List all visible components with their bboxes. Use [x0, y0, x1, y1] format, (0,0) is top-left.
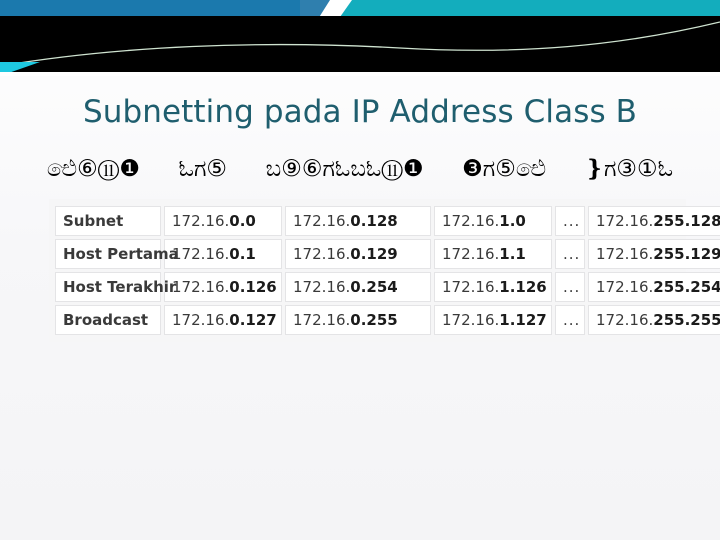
slide-header-decoration	[0, 0, 720, 76]
ip-cell: 172.16.0.129	[285, 239, 431, 269]
table-row: Host Terakhir 172.16.0.126 172.16.0.254 …	[55, 272, 720, 302]
ip-prefix: 172.16.	[172, 278, 230, 296]
ip-prefix: 172.16.	[596, 245, 654, 263]
ip-prefix: 172.16.	[172, 212, 230, 230]
ip-prefix: 172.16.	[596, 278, 654, 296]
table-row: Host Pertama 172.16.0.1 172.16.0.129 172…	[55, 239, 720, 269]
subnet-table: Subnet 172.16.0.0 172.16.0.128 172.16.1.…	[52, 203, 720, 338]
ip-suffix: 1.127	[499, 311, 547, 329]
glyph-segment-4: ❸ಗ⑤ඓ	[462, 156, 547, 182]
row-label: Broadcast	[55, 305, 161, 335]
table-row: Broadcast 172.16.0.127 172.16.0.255 172.…	[55, 305, 720, 335]
ip-prefix: 172.16.	[172, 245, 230, 263]
ip-suffix: 1.0	[499, 212, 526, 230]
ip-suffix: 0.1	[229, 245, 256, 263]
ip-prefix: 172.16.	[442, 245, 500, 263]
ip-prefix: 172.16.	[293, 278, 351, 296]
ip-suffix: 255.128	[653, 212, 720, 230]
ip-suffix: 255.129	[653, 245, 720, 263]
ip-cell: 172.16.0.128	[285, 206, 431, 236]
ip-prefix: 172.16.	[442, 212, 500, 230]
glyph-segment-2: ಓಗ⑤	[178, 156, 228, 182]
ip-cell: 172.16.1.0	[434, 206, 552, 236]
ip-cell: 172.16.255.255	[588, 305, 720, 335]
ip-cell: 172.16.0.254	[285, 272, 431, 302]
ip-prefix: 172.16.	[293, 212, 351, 230]
header-black-band	[0, 16, 720, 72]
ip-suffix: 0.0	[229, 212, 256, 230]
ip-cell: 172.16.1.127	[434, 305, 552, 335]
ip-suffix: 255.254	[653, 278, 720, 296]
glyph-segment-1: ඓ⑥⑪❶	[46, 156, 140, 182]
ip-cell: 172.16.0.0	[164, 206, 282, 236]
ip-prefix: 172.16.	[596, 212, 654, 230]
ip-cell: 172.16.1.1	[434, 239, 552, 269]
ip-suffix: 0.255	[350, 311, 398, 329]
glyph-segment-5: ❵ಗ③①ಓ	[584, 156, 674, 182]
ip-suffix: 0.127	[229, 311, 277, 329]
ip-cell: 172.16.1.126	[434, 272, 552, 302]
ip-prefix: 172.16.	[596, 311, 654, 329]
ornamental-glyph-row: ඓ⑥⑪❶ ಓಗ⑤ ಬ⑨⑥ಗಓಬಓ⑪❶ ❸ಗ⑤ඓ ❵ಗ③①ಓ	[0, 152, 720, 186]
ip-cell: 172.16.255.129	[588, 239, 720, 269]
ip-cell: 172.16.0.255	[285, 305, 431, 335]
table-row: Subnet 172.16.0.0 172.16.0.128 172.16.1.…	[55, 206, 720, 236]
page-title: Subnetting pada IP Address Class B	[82, 94, 638, 130]
header-blue-bar	[0, 0, 352, 16]
slide-canvas: Subnetting pada IP Address Class B ඓ⑥⑪❶ …	[0, 0, 720, 540]
ip-prefix: 172.16.	[442, 311, 500, 329]
subnet-table-container: Subnet 172.16.0.0 172.16.0.128 172.16.1.…	[49, 199, 720, 342]
ip-prefix: 172.16.	[293, 245, 351, 263]
ellipsis-cell: ...	[555, 206, 585, 236]
ip-cell: 172.16.0.126	[164, 272, 282, 302]
ip-suffix: 0.126	[229, 278, 277, 296]
subnet-table-body: Subnet 172.16.0.0 172.16.0.128 172.16.1.…	[55, 206, 720, 335]
row-label: Subnet	[55, 206, 161, 236]
ip-suffix: 1.126	[499, 278, 547, 296]
ip-suffix: 0.128	[350, 212, 398, 230]
ellipsis-cell: ...	[555, 305, 585, 335]
ip-suffix: 0.254	[350, 278, 398, 296]
row-label: Host Terakhir	[55, 272, 176, 302]
ip-cell: 172.16.255.254	[588, 272, 720, 302]
glyph-segment-3: ಬ⑨⑥ಗಓಬಓ⑪❶	[265, 156, 424, 182]
ip-cell: 172.16.0.1	[164, 239, 282, 269]
ellipsis-cell: ...	[555, 272, 585, 302]
header-bottom-white	[0, 72, 720, 76]
ellipsis-cell: ...	[555, 239, 585, 269]
ip-cell: 172.16.255.128	[588, 206, 720, 236]
ip-suffix: 255.255	[653, 311, 720, 329]
row-label: Host Pertama	[55, 239, 179, 269]
ip-prefix: 172.16.	[293, 311, 351, 329]
ip-prefix: 172.16.	[442, 278, 500, 296]
ip-cell: 172.16.0.127	[164, 305, 282, 335]
ip-prefix: 172.16.	[172, 311, 230, 329]
ip-suffix: 0.129	[350, 245, 398, 263]
ip-suffix: 1.1	[499, 245, 526, 263]
